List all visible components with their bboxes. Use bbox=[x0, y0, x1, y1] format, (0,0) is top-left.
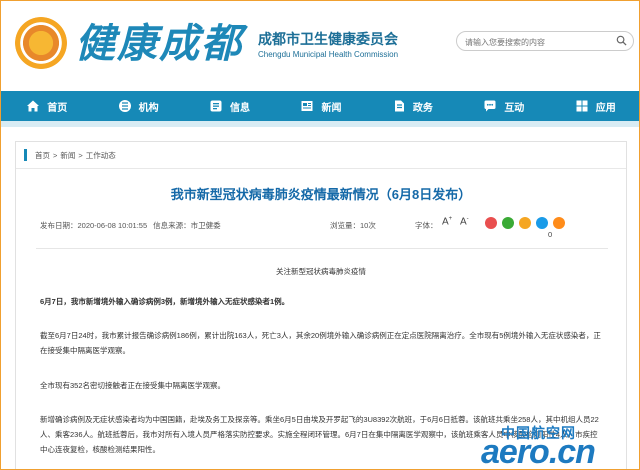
divider bbox=[16, 168, 626, 169]
nav-label: 政务 bbox=[412, 102, 433, 114]
nav-divider bbox=[1, 121, 639, 127]
article-meta: 发布日期：2020-06-08 10:01:55 信息来源：市卫健委 浏览量：10… bbox=[40, 216, 565, 231]
view-count: 浏览量：10次 bbox=[330, 221, 376, 230]
nav-label: 应用 bbox=[595, 102, 616, 114]
info-icon bbox=[210, 100, 222, 112]
site-logo-text[interactable]: 健康成都 bbox=[75, 11, 243, 69]
qq-share-icon[interactable] bbox=[536, 217, 548, 229]
nav-label: 首页 bbox=[47, 102, 68, 114]
gov-icon bbox=[394, 100, 404, 112]
nav-label: 新闻 bbox=[321, 102, 342, 114]
wechat-share-icon[interactable] bbox=[502, 217, 514, 229]
share-count: 0 bbox=[548, 230, 553, 239]
font-increase-button[interactable]: A+ bbox=[442, 216, 452, 227]
breadcrumb-news[interactable]: 新闻 bbox=[60, 150, 75, 161]
apps-icon bbox=[576, 100, 588, 112]
org-icon bbox=[118, 100, 131, 112]
logo-sun-icon[interactable] bbox=[13, 15, 69, 71]
nav-label: 互动 bbox=[504, 102, 525, 114]
font-decrease-button[interactable]: A- bbox=[460, 216, 469, 227]
breadcrumb-work-updates[interactable]: 工作动态 bbox=[86, 150, 116, 161]
org-name-en: Chengdu Municipal Health Commission bbox=[258, 50, 399, 59]
info-source: 信息来源：市卫健委 bbox=[153, 221, 221, 230]
page-frame: 健康成都 成都市卫生健康委员会 Chengdu Municipal Health… bbox=[0, 0, 640, 470]
nav-item-home[interactable]: 首页 bbox=[1, 91, 92, 121]
org-name-cn: 成都市卫生健康委员会 bbox=[258, 32, 398, 48]
article-paragraph: 全市现有352名密切接触者正在接受集中隔离医学观察。 bbox=[40, 381, 226, 390]
site-header: 健康成都 成都市卫生健康委员会 Chengdu Municipal Health… bbox=[1, 1, 639, 87]
search-icon[interactable] bbox=[616, 35, 627, 46]
qzone-share-icon[interactable] bbox=[519, 217, 531, 229]
breadcrumb-separator: > bbox=[78, 150, 83, 160]
publish-date: 发布日期：2020-06-08 10:01:55 bbox=[40, 221, 148, 230]
nav-item-apps[interactable]: 应用 bbox=[550, 91, 639, 121]
nav-item-gov[interactable]: 政务 bbox=[367, 91, 458, 121]
nav-item-org[interactable]: 机构 bbox=[92, 91, 183, 121]
nav-label: 机构 bbox=[138, 102, 159, 114]
nav-label: 信息 bbox=[230, 102, 251, 114]
search-box[interactable] bbox=[456, 31, 634, 52]
breadcrumb-separator: > bbox=[53, 150, 58, 160]
weibo-share-icon[interactable] bbox=[485, 217, 497, 229]
main-nav: 首页 机构 信息 新闻 政务 互动 应用 bbox=[1, 91, 639, 121]
article-subtitle: 关注新型冠状病毒肺炎疫情 bbox=[276, 267, 366, 276]
article-paragraph-lead: 6月7日，我市新增境外输入确诊病例3例，新增境外输入无症状感染者1例。 bbox=[40, 297, 290, 306]
breadcrumb-marker bbox=[24, 149, 27, 161]
watermark-logo: 中国航空网 aero.cn bbox=[471, 421, 639, 470]
divider bbox=[36, 248, 608, 249]
chat-icon bbox=[484, 100, 496, 112]
more-share-icon[interactable] bbox=[553, 217, 565, 229]
search-input[interactable] bbox=[457, 33, 607, 52]
nav-item-info[interactable]: 信息 bbox=[184, 91, 275, 121]
breadcrumb: 首页 > 新闻 > 工作动态 bbox=[24, 148, 119, 162]
font-increase-label: A bbox=[442, 216, 449, 228]
article-paragraph: 截至6月7日24时，我市累计报告确诊病例186例，累计出院163人，死亡3人，其… bbox=[40, 331, 601, 355]
font-decrease-label: A bbox=[460, 216, 467, 228]
article-title: 我市新型冠状病毒肺炎疫情最新情况（6月8日发布） bbox=[170, 187, 472, 202]
font-size-label: 字体： bbox=[415, 221, 438, 230]
news-icon bbox=[301, 101, 313, 111]
nav-item-news[interactable]: 新闻 bbox=[275, 91, 366, 121]
nav-item-interact[interactable]: 互动 bbox=[458, 91, 549, 121]
watermark-en: aero.cn bbox=[481, 433, 596, 470]
home-icon bbox=[27, 100, 40, 112]
breadcrumb-home[interactable]: 首页 bbox=[35, 150, 50, 161]
